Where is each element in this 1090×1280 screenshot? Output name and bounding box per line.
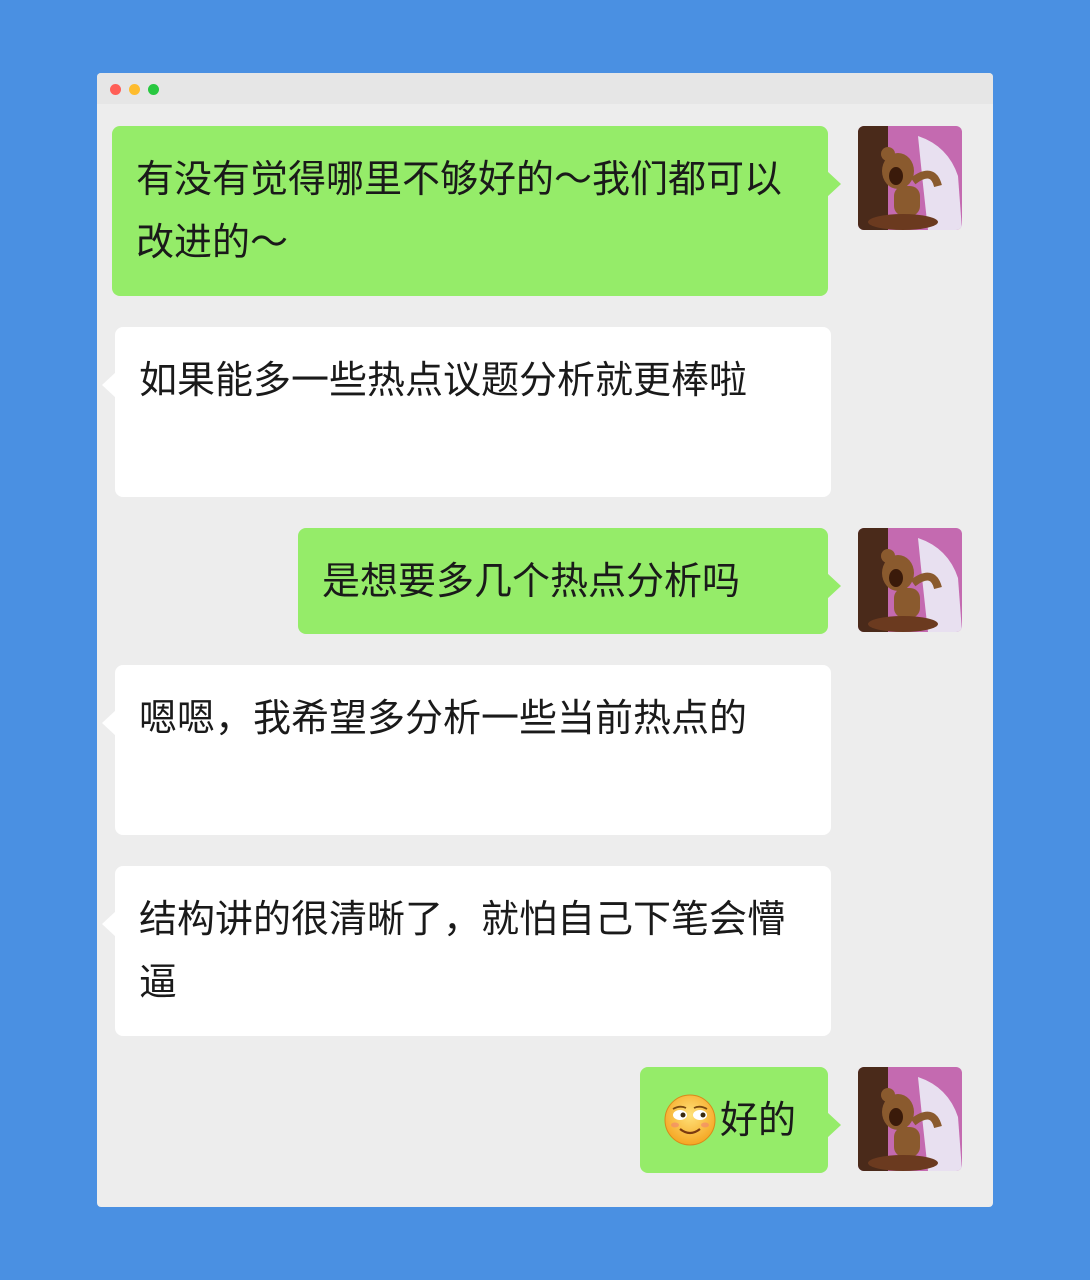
cartoon-mouse-avatar-icon [858, 528, 962, 632]
message-bubble-received[interactable]: 嗯嗯，我希望多分析一些当前热点的 [102, 665, 831, 835]
message-bubble-received[interactable]: 结构讲的很清晰了，就怕自己下笔会懵逼 [102, 866, 831, 1036]
smirk-face-emoji-icon [664, 1094, 716, 1145]
user-avatar[interactable] [858, 528, 962, 632]
chat-window: 有没有觉得哪里不够好的～我们都可以改进的～ 如果能多一些热点议题分析就更棒啦 是… [97, 73, 993, 1207]
message-text: 有没有觉得哪里不够好的～我们都可以改进的～ [136, 157, 783, 264]
minimize-window-button[interactable] [129, 84, 140, 95]
maximize-window-button[interactable] [148, 84, 159, 95]
cartoon-mouse-avatar-icon [858, 1067, 962, 1171]
title-bar [97, 73, 993, 104]
message-text: 如果能多一些热点议题分析就更棒啦 [139, 358, 748, 402]
message-bubble-sent[interactable]: 有没有觉得哪里不够好的～我们都可以改进的～ [112, 126, 841, 296]
close-window-button[interactable] [110, 84, 121, 95]
message-text: 结构讲的很清晰了，就怕自己下笔会懵逼 [139, 897, 786, 1004]
message-bubble-sent[interactable]: 是想要多几个热点分析吗 [298, 528, 841, 634]
message-text: 是想要多几个热点分析吗 [322, 559, 741, 603]
message-text: 嗯嗯，我希望多分析一些当前热点的 [139, 696, 748, 740]
message-text: 好的 [720, 1098, 797, 1142]
user-avatar[interactable] [858, 126, 962, 230]
message-bubble-received[interactable]: 如果能多一些热点议题分析就更棒啦 [102, 327, 831, 497]
user-avatar[interactable] [858, 1067, 962, 1171]
cartoon-mouse-avatar-icon [858, 126, 962, 230]
message-bubble-sent[interactable]: 好的 [640, 1067, 841, 1173]
